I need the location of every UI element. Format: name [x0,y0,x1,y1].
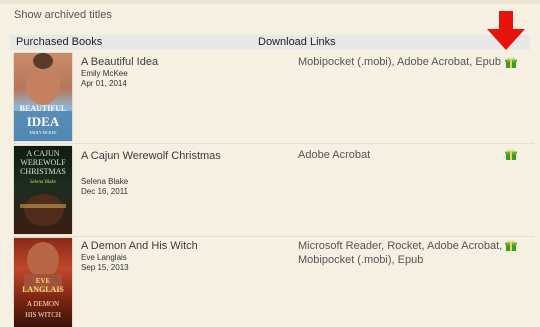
cover-title-text: BEAUTIFUL [19,104,67,113]
download-links-header: Download Links [258,36,336,48]
download-formats[interactable]: Adobe Acrobat [298,148,508,162]
format-line[interactable]: Mobipocket (.mobi), Adobe Acrobat, Epub [298,55,508,69]
download-formats[interactable]: Mobipocket (.mobi), Adobe Acrobat, Epub [298,55,508,69]
format-line[interactable]: Microsoft Reader, Rocket, Adobe Acrobat, [298,239,508,253]
book-cover-image[interactable]: A CAJUN WEREWOLF CHRISTMAS Selena Blake [14,146,72,234]
book-cover-image[interactable]: BEAUTIFUL IDEA EMILY MCKEE [14,53,72,141]
book-row: A CAJUN WEREWOLF CHRISTMAS Selena Blake … [14,146,534,234]
format-line[interactable]: Adobe Acrobat [298,148,508,162]
cover-author-text: EMILY MCKEE [29,130,57,135]
cover-illustration [20,194,66,226]
book-meta: Emily McKee Apr 01, 2014 [81,69,128,89]
book-date: Apr 01, 2014 [81,79,127,88]
cover-title-text: LANGLAIS [22,285,64,294]
top-strip [0,0,540,4]
download-gift-icon[interactable] [505,57,517,69]
cover-title-text: EVE [35,277,51,285]
download-gift-icon[interactable] [505,149,517,161]
table-header: Purchased Books Download Links [10,35,530,50]
format-line[interactable]: Mobipocket (.mobi), Epub [298,253,508,267]
book-date: Dec 16, 2011 [81,187,128,196]
book-author: Eve Langlais [81,253,127,262]
book-title-link[interactable]: A Cajun Werewolf Christmas [81,150,221,162]
book-author: Selena Blake [81,177,129,186]
cover-title-text: A DEMON [26,300,60,308]
download-gift-icon[interactable] [505,240,517,252]
book-author: Emily McKee [81,69,128,78]
purchased-books-header: Purchased Books [16,36,103,48]
cover-title-text: HIS WITCH [25,311,61,319]
cover-title-text: IDEA [26,114,60,129]
book-row: EVE LANGLAIS A DEMON HIS WITCH A Demon A… [14,238,534,327]
show-archived-titles-link[interactable]: Show archived titles [14,9,112,21]
download-formats[interactable]: Microsoft Reader, Rocket, Adobe Acrobat,… [298,239,508,267]
book-cover-image[interactable]: EVE LANGLAIS A DEMON HIS WITCH [14,238,72,327]
book-date: Sep 15, 2013 [81,263,129,272]
book-title-link[interactable]: A Demon And His Witch [81,240,198,252]
red-arrow-icon [487,11,525,50]
book-row: BEAUTIFUL IDEA EMILY MCKEE A Beautiful I… [14,53,534,141]
row-divider [14,236,534,237]
book-title-link[interactable]: A Beautiful Idea [81,56,158,68]
book-meta: Eve Langlais Sep 15, 2013 [81,253,129,273]
book-meta: Selena Blake Dec 16, 2011 [81,177,128,197]
row-divider [14,143,534,144]
